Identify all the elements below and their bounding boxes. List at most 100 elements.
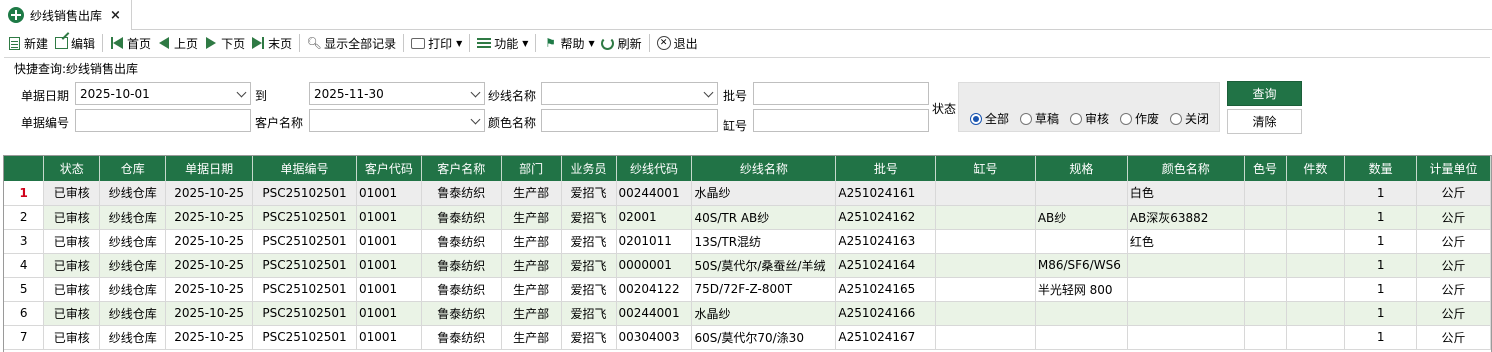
table-cell: 生产部 — [501, 253, 562, 278]
table-cell — [935, 229, 1036, 254]
column-header[interactable]: 件数 — [1286, 156, 1346, 181]
column-header[interactable]: 客户代码 — [356, 156, 422, 181]
table-cell: PSC25102501 — [252, 253, 357, 278]
column-header[interactable] — [4, 156, 45, 181]
date-label: 单据日期 — [21, 89, 70, 103]
table-cell: 生产部 — [501, 181, 562, 206]
column-header[interactable]: 计量单位 — [1416, 156, 1491, 181]
column-header[interactable]: 规格 — [1035, 156, 1128, 181]
table-row[interactable]: 7 已审核 纱线仓库 2025-10-25 PSC25102501 01001 鲁泰纺织 生产… — [4, 325, 1491, 350]
function-menu-button[interactable]: 功能 ▼ — [474, 32, 531, 54]
last-page-button[interactable]: 末页 — [248, 32, 295, 54]
exit-icon: ✕ — [656, 36, 671, 50]
last-page-icon — [251, 36, 265, 50]
table-cell — [1127, 301, 1245, 326]
new-button[interactable]: 新建 — [4, 32, 51, 54]
close-icon[interactable]: × — [110, 8, 121, 23]
tab-yarn-sales-outbound[interactable]: 纱线销售出库 × — [0, 0, 132, 30]
print-button[interactable]: 打印 ▼ — [408, 32, 465, 54]
tab-strip: 纱线销售出库 × — [0, 0, 1492, 30]
column-header[interactable]: 部门 — [501, 156, 562, 181]
table-cell: 00204122 — [616, 277, 693, 302]
column-header[interactable]: 纱线代码 — [616, 156, 693, 181]
color-input[interactable] — [541, 109, 718, 132]
column-header[interactable]: 批号 — [835, 156, 937, 181]
table-row[interactable]: 2 已审核 纱线仓库 2025-10-25 PSC25102501 01001 鲁泰纺织 生产… — [4, 205, 1491, 230]
status-radio-approved[interactable]: 审核 — [1070, 110, 1109, 127]
toolbar-divider — [403, 34, 405, 52]
column-header[interactable]: 色号 — [1244, 156, 1287, 181]
table-cell: 75D/72F-Z-800T — [691, 277, 837, 302]
table-cell: 0201011 — [616, 229, 693, 254]
table-cell: 1 — [1344, 205, 1418, 230]
column-header[interactable]: 业务员 — [561, 156, 617, 181]
show-all-records-button[interactable]: 🔍︎ 显示全部记录 — [304, 32, 399, 54]
table-cell: 鲁泰纺织 — [421, 253, 502, 278]
clear-button[interactable]: 清除 — [1227, 109, 1302, 134]
table-cell: 爱招飞 — [561, 229, 617, 254]
table-cell: 已审核 — [43, 181, 101, 206]
column-header[interactable]: 数量 — [1344, 156, 1418, 181]
table-row[interactable]: 4 已审核 纱线仓库 2025-10-25 PSC25102501 01001 鲁泰纺织 生产… — [4, 253, 1491, 278]
doc-no-input[interactable] — [75, 109, 251, 132]
edit-button[interactable]: 编辑 — [51, 32, 98, 54]
table-cell — [1286, 277, 1346, 302]
table-cell: 01001 — [356, 253, 422, 278]
app-logo-icon — [8, 7, 24, 23]
table-cell: 01001 — [356, 205, 422, 230]
table-row[interactable]: 5 已审核 纱线仓库 2025-10-25 PSC25102501 01001 鲁泰纺织 生产… — [4, 277, 1491, 302]
table-cell — [1286, 253, 1346, 278]
batch-input[interactable] — [753, 82, 929, 105]
status-radio-closed[interactable]: 关闭 — [1170, 110, 1209, 127]
query-button[interactable]: 查询 — [1227, 81, 1302, 106]
new-document-icon — [7, 36, 21, 50]
table-cell: 生产部 — [501, 205, 562, 230]
status-radio-void[interactable]: 作废 — [1120, 110, 1159, 127]
table-cell: 50S/莫代尔/桑蚕丝/羊绒 — [691, 253, 837, 278]
help-button[interactable]: ⚑ 帮助 ▼ — [540, 32, 597, 54]
status-radio-draft[interactable]: 草稿 — [1020, 110, 1059, 127]
exit-button[interactable]: ✕ 退出 — [654, 32, 701, 54]
table-cell — [1035, 181, 1128, 206]
table-cell: 01001 — [356, 301, 422, 326]
first-page-button[interactable]: 首页 — [107, 32, 154, 54]
column-header[interactable]: 缸号 — [935, 156, 1036, 181]
date-from-picker[interactable]: 2025-10-01 — [75, 82, 251, 105]
table-cell: 鲁泰纺织 — [421, 205, 502, 230]
chevron-down-icon: ▼ — [456, 38, 463, 48]
table-cell: 公斤 — [1416, 229, 1491, 254]
column-header[interactable]: 纱线名称 — [691, 156, 837, 181]
refresh-button[interactable]: 刷新 — [598, 32, 645, 54]
table-header-row: 状态 仓库 单据日期 单据编号 客户代码 客户名称 部门 业务员 纱线代码 纱线名称 批号 缸号 规格颜… — [4, 156, 1491, 181]
column-header[interactable]: 仓库 — [99, 156, 167, 181]
table-cell: 水晶纱 — [691, 301, 837, 326]
next-page-button[interactable]: 下页 — [201, 32, 248, 54]
prev-page-icon — [157, 36, 171, 50]
table-cell: 鲁泰纺织 — [421, 277, 502, 302]
table-cell: 0000001 — [616, 253, 693, 278]
table-cell — [1286, 205, 1346, 230]
table-cell: 纱线仓库 — [99, 277, 167, 302]
date-to-picker[interactable]: 2025-11-30 — [309, 82, 485, 105]
column-header[interactable]: 单据编号 — [252, 156, 357, 181]
prev-page-button[interactable]: 上页 — [154, 32, 201, 54]
table-cell: 半光轻网 800 — [1035, 277, 1128, 302]
status-radio-all[interactable]: 全部 — [970, 110, 1009, 127]
table-row[interactable]: 1 已审核 纱线仓库 2025-10-25 PSC25102501 01001 鲁泰纺织 生产… — [4, 181, 1491, 206]
table-cell — [935, 325, 1036, 350]
row-number: 3 — [4, 229, 45, 254]
column-header[interactable]: 客户名称 — [421, 156, 502, 181]
yarn-name-select[interactable] — [541, 82, 718, 105]
toolbar-divider — [535, 34, 537, 52]
table-cell: 01001 — [356, 229, 422, 254]
table-row[interactable]: 6 已审核 纱线仓库 2025-10-25 PSC25102501 01001 鲁泰纺织 生产… — [4, 301, 1491, 326]
vat-input[interactable] — [753, 109, 929, 132]
data-table: 状态 仓库 单据日期 单据编号 客户代码 客户名称 部门 业务员 纱线代码 纱线名称 批号 缸号 规格颜… — [4, 156, 1491, 350]
table-cell: PSC25102501 — [252, 277, 357, 302]
table-row[interactable]: 3 已审核 纱线仓库 2025-10-25 PSC25102501 01001 鲁泰纺织 生产… — [4, 229, 1491, 254]
column-header[interactable]: 单据日期 — [165, 156, 254, 181]
table-cell: 1 — [1344, 301, 1418, 326]
column-header[interactable]: 颜色名称 — [1127, 156, 1245, 181]
column-header[interactable]: 状态 — [43, 156, 101, 181]
customer-select[interactable] — [309, 109, 485, 132]
